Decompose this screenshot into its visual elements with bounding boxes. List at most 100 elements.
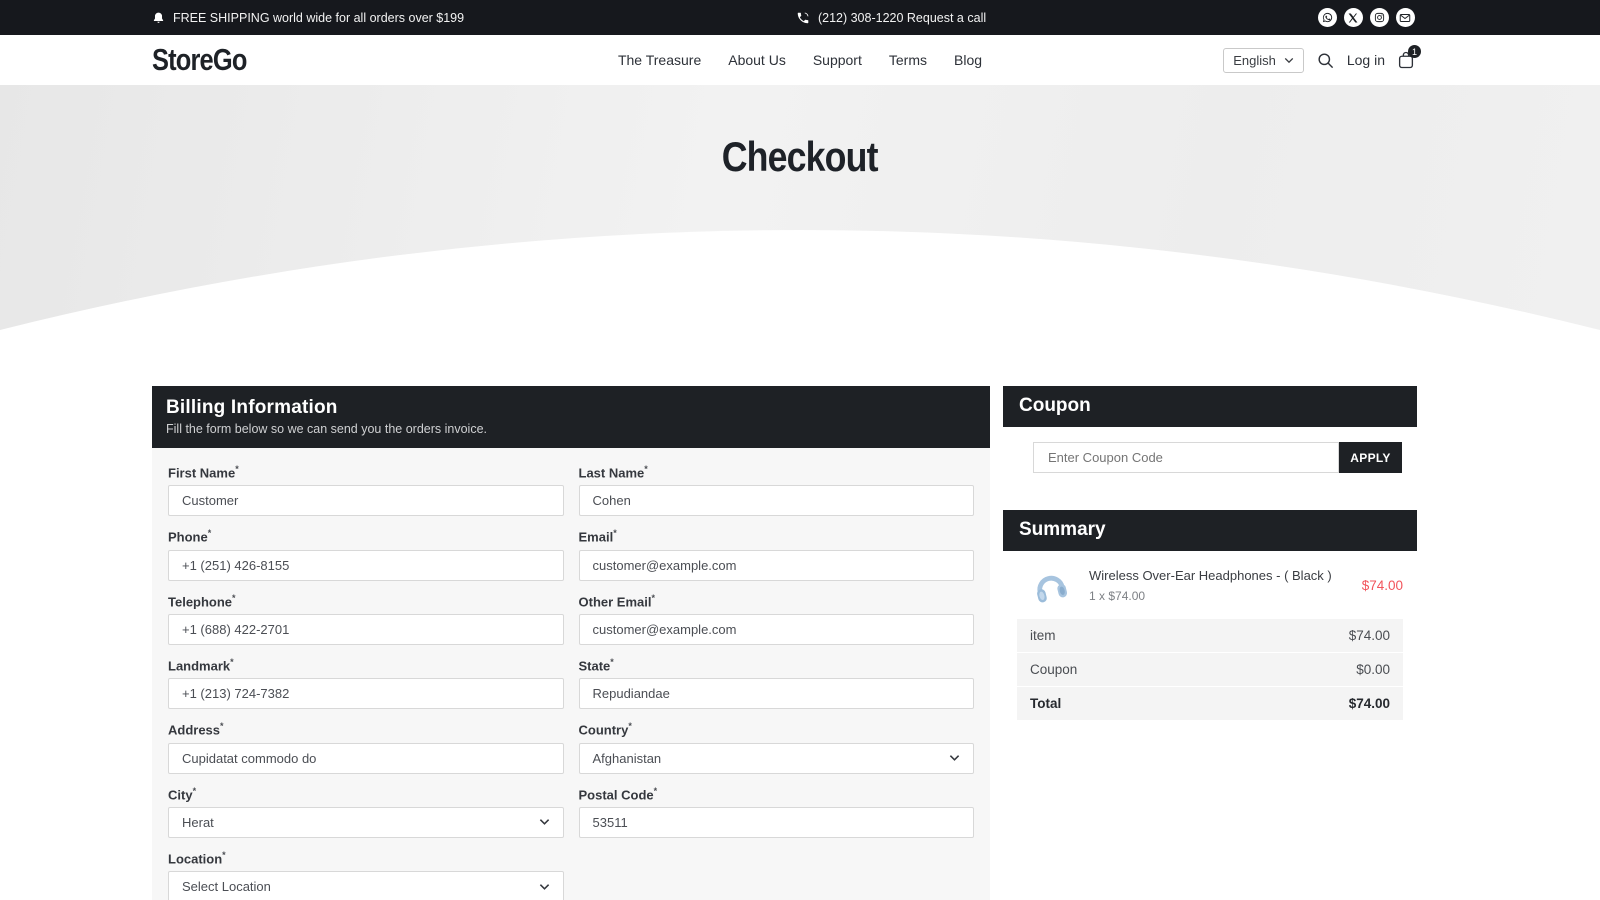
request-call[interactable]: (212) 308-1220 Request a call xyxy=(796,11,986,25)
billing-panel: Billing Information Fill the form below … xyxy=(152,386,990,900)
city-select-value: Herat xyxy=(182,815,214,830)
coupon-discount-label: Coupon xyxy=(1030,662,1077,677)
phone-field: Phone* xyxy=(168,528,564,580)
x-twitter-icon[interactable] xyxy=(1344,8,1363,27)
nav-blog[interactable]: Blog xyxy=(954,52,982,68)
other-email-input[interactable] xyxy=(579,614,975,645)
required-asterisk: * xyxy=(232,593,236,603)
coupon-discount-value: $0.00 xyxy=(1356,662,1390,677)
summary-title: Summary xyxy=(1019,519,1401,541)
state-field: State* xyxy=(579,657,975,709)
email-field: Email* xyxy=(579,528,975,580)
coupon-discount-row: Coupon $0.00 xyxy=(1017,652,1403,686)
required-asterisk: * xyxy=(654,786,658,796)
billing-form: First Name* Last Name* Phone* Email* Tel… xyxy=(152,448,990,900)
telephone-label: Telephone* xyxy=(168,593,564,609)
required-asterisk: * xyxy=(208,528,212,538)
coupon-body: APPLY xyxy=(1003,427,1417,489)
coupon-header: Coupon xyxy=(1003,386,1417,427)
headphones-image xyxy=(1027,561,1074,609)
required-asterisk: * xyxy=(644,464,648,474)
telephone-input[interactable] xyxy=(168,614,564,645)
telephone-field: Telephone* xyxy=(168,593,564,645)
location-label: Location* xyxy=(168,850,564,866)
billing-header: Billing Information Fill the form below … xyxy=(152,386,990,448)
nav-the-treasure[interactable]: The Treasure xyxy=(618,52,701,68)
email-label: Email* xyxy=(579,528,975,544)
cart-count-badge: 1 xyxy=(1408,45,1421,58)
cart-item-row: Wireless Over-Ear Headphones - ( Black )… xyxy=(1003,551,1417,619)
order-sidebar: Coupon APPLY Summary xyxy=(1003,386,1417,734)
billing-title: Billing Information xyxy=(166,397,976,419)
required-asterisk: * xyxy=(220,721,224,731)
last-name-input[interactable] xyxy=(579,485,975,516)
nav-about-us[interactable]: About Us xyxy=(728,52,786,68)
postal-code-field: Postal Code* xyxy=(579,786,975,838)
items-subtotal-row: item $74.00 xyxy=(1017,619,1403,652)
order-total-label: Total xyxy=(1030,696,1061,711)
first-name-label: First Name* xyxy=(168,464,564,480)
postal-code-input[interactable] xyxy=(579,807,975,838)
email-icon[interactable] xyxy=(1396,8,1415,27)
language-select[interactable]: English xyxy=(1223,48,1304,73)
landmark-label: Landmark* xyxy=(168,657,564,673)
social-links xyxy=(1318,8,1415,27)
address-label: Address* xyxy=(168,721,564,737)
items-subtotal-value: $74.00 xyxy=(1349,628,1390,643)
country-field: Country* Afghanistan xyxy=(579,721,975,773)
search-icon[interactable] xyxy=(1316,51,1335,70)
whatsapp-icon[interactable] xyxy=(1318,8,1337,27)
apply-coupon-button[interactable]: APPLY xyxy=(1339,442,1402,473)
store-logo[interactable]: StoreGo xyxy=(152,42,247,78)
last-name-label: Last Name* xyxy=(579,464,975,480)
product-quantity: 1 x $74.00 xyxy=(1089,589,1354,603)
cart-button[interactable]: 1 xyxy=(1397,50,1415,70)
first-name-input[interactable] xyxy=(168,485,564,516)
product-price: $74.00 xyxy=(1362,578,1403,593)
coupon-code-input[interactable] xyxy=(1033,442,1339,473)
hero-curve-decoration xyxy=(0,85,1600,335)
instagram-icon[interactable] xyxy=(1370,8,1389,27)
city-select[interactable]: Herat xyxy=(168,807,564,838)
location-field: Location* Select Location xyxy=(168,850,564,900)
nav-support[interactable]: Support xyxy=(813,52,862,68)
state-input[interactable] xyxy=(579,678,975,709)
required-asterisk: * xyxy=(230,657,234,667)
summary-panel: Summary Wireless Over-Ear Headphones - (… xyxy=(1003,510,1417,720)
product-thumbnail xyxy=(1031,565,1069,605)
required-asterisk: * xyxy=(235,464,239,474)
country-select[interactable]: Afghanistan xyxy=(579,743,975,774)
city-label: City* xyxy=(168,786,564,802)
landmark-field: Landmark* xyxy=(168,657,564,709)
last-name-field: Last Name* xyxy=(579,464,975,516)
chevron-down-icon xyxy=(539,883,550,891)
shipping-announcement: FREE SHIPPING world wide for all orders … xyxy=(152,11,464,25)
announcement-bar: FREE SHIPPING world wide for all orders … xyxy=(0,0,1600,35)
login-link[interactable]: Log in xyxy=(1347,52,1385,68)
announcement-text: FREE SHIPPING world wide for all orders … xyxy=(173,11,464,25)
country-select-value: Afghanistan xyxy=(593,751,662,766)
location-select-value: Select Location xyxy=(182,879,271,894)
order-totals: item $74.00 Coupon $0.00 Total $74.00 xyxy=(1017,619,1403,720)
landmark-input[interactable] xyxy=(168,678,564,709)
coupon-panel: Coupon APPLY xyxy=(1003,386,1417,489)
page-hero: Checkout xyxy=(0,85,1600,335)
summary-header: Summary xyxy=(1003,510,1417,551)
state-label: State* xyxy=(579,657,975,673)
address-field: Address* xyxy=(168,721,564,773)
location-select[interactable]: Select Location xyxy=(168,871,564,900)
phone-input[interactable] xyxy=(168,550,564,581)
language-label: English xyxy=(1233,53,1276,68)
billing-subtitle: Fill the form below so we can send you t… xyxy=(166,422,976,436)
product-name[interactable]: Wireless Over-Ear Headphones - ( Black ) xyxy=(1089,568,1354,583)
address-input[interactable] xyxy=(168,743,564,774)
required-asterisk: * xyxy=(628,721,632,731)
product-info: Wireless Over-Ear Headphones - ( Black )… xyxy=(1089,568,1354,603)
site-header: StoreGo The Treasure About Us Support Te… xyxy=(0,35,1600,85)
nav-terms[interactable]: Terms xyxy=(889,52,927,68)
items-subtotal-label: item xyxy=(1030,628,1056,643)
header-actions: English Log in 1 xyxy=(1223,48,1415,73)
phone-label: Phone* xyxy=(168,528,564,544)
coupon-title: Coupon xyxy=(1019,395,1401,417)
email-input[interactable] xyxy=(579,550,975,581)
